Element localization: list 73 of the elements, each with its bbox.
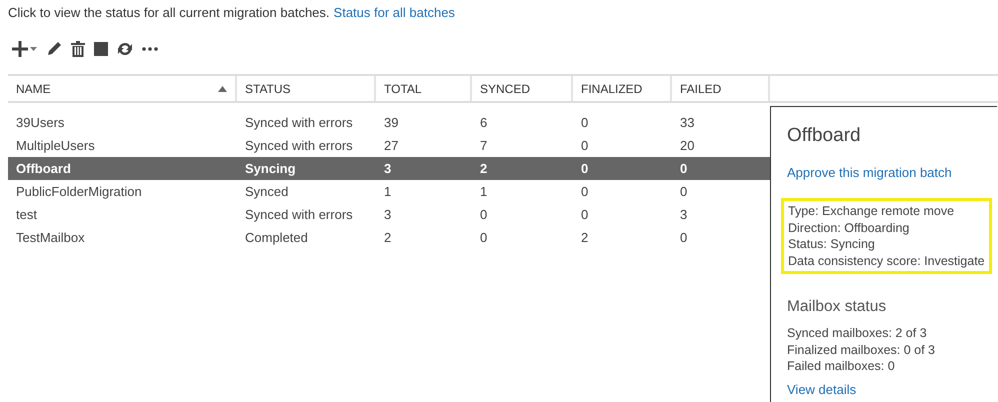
view-details-link[interactable]: View details <box>787 382 856 396</box>
column-header[interactable]: FINALIZED <box>573 76 672 101</box>
stop-icon <box>94 42 108 56</box>
pencil-icon <box>46 41 62 57</box>
table-cell-text: 0 <box>580 207 590 222</box>
table-cell-text: 0 <box>679 161 688 176</box>
add-button[interactable] <box>12 41 37 57</box>
status-link[interactable]: Status for all batches <box>334 5 455 21</box>
table-cell-text: 3 <box>383 207 392 222</box>
table-cell-text: 1 <box>383 184 392 199</box>
delete-button[interactable] <box>71 41 85 57</box>
section-heading: Mailbox status <box>787 298 886 316</box>
refresh-icon <box>117 41 133 57</box>
edit-button[interactable] <box>46 41 62 57</box>
property-text: Direction: Offboarding <box>788 220 910 236</box>
table-cell-text: 2 <box>383 230 392 245</box>
table-cell-text: 6 <box>479 115 488 130</box>
property-text: Type: Exchange remote move <box>788 203 956 220</box>
table-cell-text: Synced with errors <box>244 138 354 153</box>
table-cell-text: 0 <box>580 138 590 153</box>
property-text: Status: Syncing <box>788 236 876 252</box>
property-text: Data consistency score: Investigate <box>788 252 985 269</box>
table-cell-text: Offboard <box>15 161 72 176</box>
column-header[interactable]: FAILED <box>672 76 770 101</box>
caret-icon <box>30 46 37 52</box>
table-cell-text: TestMailbox <box>15 230 86 245</box>
table-cell-text: test <box>15 207 38 222</box>
table-cell-text: Syncing <box>244 161 297 176</box>
intro-text: Click to view the status for all current migration batches. <box>8 5 330 21</box>
table-cell-text: Completed <box>244 230 309 245</box>
table-cell-text: 0 <box>479 230 488 245</box>
table-cell-text: 39Users <box>15 115 66 130</box>
table-cell-text: 2 <box>479 161 488 176</box>
trash-icon <box>71 41 85 57</box>
table-cell-text: MultipleUsers <box>15 138 96 153</box>
panel-title: Offboard <box>787 125 861 147</box>
status-text: Failed mailboxes: 0 <box>787 358 896 374</box>
table-cell-text: 2 <box>580 230 590 245</box>
table-cell-text: PublicFolderMigration <box>15 184 143 199</box>
status-text: Finalized mailboxes: 0 of 3 <box>787 342 935 358</box>
table-cell-text: Synced with errors <box>244 115 354 130</box>
table-cell-text: 0 <box>580 184 590 199</box>
approve-link[interactable]: Approve this migration batch <box>787 165 952 180</box>
table-cell-text: 3 <box>383 161 392 176</box>
column-header[interactable]: STATUS <box>237 76 376 101</box>
table-cell-text: 39 <box>383 115 400 130</box>
more-button[interactable] <box>142 47 158 51</box>
table-cell-text: 0 <box>679 184 688 199</box>
table-cell-text: 0 <box>479 207 488 222</box>
table-cell-text: Synced <box>244 184 290 199</box>
table-row[interactable]: PublicFolderMigration Synced 1 1 0 0 <box>8 180 770 203</box>
ellipsis-icon <box>142 47 158 51</box>
table-row[interactable]: test Synced with errors 3 0 0 3 <box>8 203 770 226</box>
table-cell-text: Synced with errors <box>244 207 354 222</box>
table-cell-text: 27 <box>383 138 400 153</box>
table-row[interactable]: 39Users Synced with errors 39 6 0 33 <box>8 111 770 134</box>
table-cell-text: 1 <box>479 184 488 199</box>
table-cell-text: 20 <box>679 138 696 153</box>
column-header[interactable]: SYNCED <box>472 76 573 101</box>
table-cell-text: 0 <box>679 230 688 245</box>
table-row[interactable]: MultipleUsers Synced with errors 27 7 0 20 <box>8 134 770 157</box>
column-header[interactable]: NAME <box>8 76 237 101</box>
table-cell-text: 3 <box>679 207 688 222</box>
plus-icon <box>12 41 28 57</box>
table-cell-text: 0 <box>580 115 590 130</box>
status-text: Synced mailboxes: 2 of 3 <box>787 325 928 342</box>
table-cell-text: 0 <box>580 161 590 176</box>
table-cell-text: 7 <box>479 138 488 153</box>
table-cell-text: 33 <box>679 115 696 130</box>
column-header[interactable]: TOTAL <box>376 76 472 101</box>
table-row[interactable]: Offboard Syncing 3 2 0 0 <box>8 157 770 180</box>
refresh-button[interactable] <box>117 41 133 57</box>
table-row[interactable]: TestMailbox Completed 2 0 2 0 <box>8 226 770 249</box>
